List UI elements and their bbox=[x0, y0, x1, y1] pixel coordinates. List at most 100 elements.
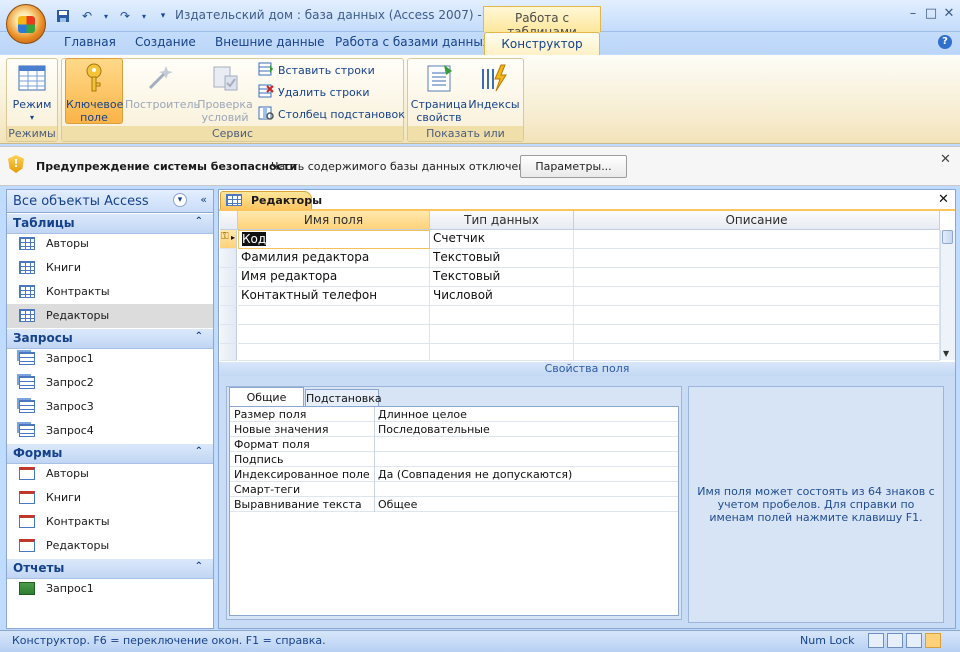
field-name-cell[interactable] bbox=[238, 306, 430, 325]
tab-create[interactable]: Создание bbox=[135, 35, 196, 53]
close-icon[interactable]: ✕ bbox=[940, 152, 951, 167]
close-icon[interactable]: ✕ bbox=[938, 192, 949, 207]
insert-rows-button[interactable]: Вставить строки bbox=[258, 62, 375, 79]
property-value[interactable]: Последовательные bbox=[374, 422, 678, 437]
nav-group-forms[interactable]: Формы ⌃ bbox=[7, 444, 213, 464]
field-name-cell[interactable] bbox=[238, 344, 430, 361]
property-value[interactable] bbox=[374, 482, 678, 497]
data-type-cell[interactable]: Счетчик bbox=[430, 230, 574, 249]
chevron-down-icon[interactable]: ▾ bbox=[173, 193, 187, 207]
test-rules-button[interactable]: Проверка условий bbox=[196, 62, 254, 124]
nav-item-report[interactable]: Запрос1 bbox=[7, 577, 213, 601]
chevron-down-icon[interactable]: ▾ bbox=[102, 7, 110, 25]
primary-key-button[interactable]: Ключевое поле bbox=[65, 58, 123, 124]
office-button[interactable] bbox=[6, 4, 46, 44]
nav-item-table[interactable]: Авторы bbox=[7, 232, 213, 256]
save-icon[interactable] bbox=[54, 7, 72, 25]
nav-item-query[interactable]: Запрос2 bbox=[7, 371, 213, 395]
property-row[interactable]: Размер поля Длинное целое bbox=[230, 407, 678, 422]
property-value[interactable] bbox=[374, 452, 678, 467]
field-name-cell[interactable]: Фамилия редактора bbox=[238, 249, 430, 268]
property-row[interactable]: Подпись bbox=[230, 452, 678, 467]
tab-home[interactable]: Главная bbox=[64, 35, 116, 53]
field-name-cell[interactable]: Код bbox=[238, 230, 430, 249]
field-name-cell[interactable] bbox=[238, 325, 430, 344]
customize-qat-icon[interactable]: ▾ bbox=[154, 7, 172, 25]
property-row[interactable]: Индексированное поле Да (Совпадения не до… bbox=[230, 467, 678, 482]
tab-design[interactable]: Конструктор bbox=[484, 32, 600, 56]
help-icon[interactable]: ? bbox=[938, 35, 952, 49]
property-row[interactable]: Новые значения Последовательные bbox=[230, 422, 678, 437]
description-cell[interactable] bbox=[574, 268, 940, 287]
property-value[interactable] bbox=[374, 437, 678, 452]
redo-icon[interactable]: ↷ bbox=[116, 7, 134, 25]
property-row[interactable]: Выравнивание текста Общее bbox=[230, 497, 678, 512]
nav-item-form[interactable]: Контракты bbox=[7, 510, 213, 534]
property-value[interactable]: Общее bbox=[374, 497, 678, 512]
data-type-cell[interactable]: Числовой bbox=[430, 287, 574, 306]
row-selector[interactable] bbox=[220, 306, 237, 325]
nav-item-table[interactable]: Книги bbox=[7, 256, 213, 280]
nav-item-query[interactable]: Запрос4 bbox=[7, 419, 213, 443]
description-cell[interactable] bbox=[574, 230, 940, 249]
delete-rows-button[interactable]: Удалить строки bbox=[258, 84, 370, 101]
select-all-corner[interactable] bbox=[220, 211, 238, 230]
row-selector[interactable]: ⚿ ▸ bbox=[220, 230, 237, 249]
pivot-chart-icon[interactable] bbox=[906, 633, 922, 648]
vertical-scrollbar[interactable] bbox=[940, 230, 955, 360]
navigation-pane-header[interactable]: Все объекты Access ▾ « bbox=[6, 189, 214, 213]
row-selector[interactable] bbox=[220, 344, 237, 361]
nav-item-table[interactable]: Контракты bbox=[7, 280, 213, 304]
description-cell[interactable] bbox=[574, 325, 940, 344]
minimize-button[interactable]: – bbox=[904, 6, 922, 22]
tab-database-tools[interactable]: Работа с базами данных bbox=[335, 35, 490, 53]
pivot-table-icon[interactable] bbox=[887, 633, 903, 648]
column-header-data-type[interactable]: Тип данных bbox=[430, 211, 574, 230]
indexes-button[interactable]: Индексы bbox=[468, 62, 520, 111]
field-name-cell[interactable]: Контактный телефон bbox=[238, 287, 430, 306]
undo-icon[interactable]: ↶ bbox=[78, 7, 96, 25]
property-sheet-button[interactable]: Страница свойств bbox=[410, 62, 468, 124]
scrollbar-thumb[interactable] bbox=[942, 230, 953, 244]
description-cell[interactable] bbox=[574, 344, 940, 361]
options-button[interactable]: Параметры... bbox=[520, 155, 627, 178]
column-header-description[interactable]: Описание bbox=[574, 211, 940, 230]
collapse-pane-icon[interactable]: « bbox=[200, 193, 207, 206]
datasheet-view-icon[interactable] bbox=[868, 633, 884, 648]
nav-item-form[interactable]: Книги bbox=[7, 486, 213, 510]
row-selector[interactable] bbox=[220, 268, 237, 287]
data-type-cell[interactable]: Текстовый bbox=[430, 249, 574, 268]
view-button[interactable]: Режим ▾ bbox=[10, 62, 54, 124]
description-cell[interactable] bbox=[574, 306, 940, 325]
description-cell[interactable] bbox=[574, 249, 940, 268]
description-cell[interactable] bbox=[574, 287, 940, 306]
nav-item-form[interactable]: Редакторы bbox=[7, 534, 213, 558]
nav-item-query[interactable]: Запрос1 bbox=[7, 347, 213, 371]
row-selector[interactable] bbox=[220, 325, 237, 344]
lookup-column-button[interactable]: Столбец подстановок bbox=[258, 106, 405, 123]
nav-group-reports[interactable]: Отчеты ⌃ bbox=[7, 559, 213, 579]
chevron-down-icon[interactable]: ▾ bbox=[140, 7, 148, 25]
data-type-cell[interactable] bbox=[430, 325, 574, 344]
design-view-icon[interactable] bbox=[925, 633, 941, 648]
property-row[interactable]: Смарт-теги bbox=[230, 482, 678, 497]
nav-group-queries[interactable]: Запросы ⌃ bbox=[7, 329, 213, 349]
property-value[interactable]: Да (Совпадения не допускаются) bbox=[374, 467, 678, 482]
nav-item-table-selected[interactable]: Редакторы bbox=[7, 304, 213, 328]
scroll-down-icon[interactable]: ▼ bbox=[943, 349, 949, 358]
nav-item-query[interactable]: Запрос3 bbox=[7, 395, 213, 419]
builder-button[interactable]: Построитель bbox=[125, 62, 200, 111]
row-selector[interactable] bbox=[220, 249, 237, 268]
tab-external-data[interactable]: Внешние данные bbox=[215, 35, 324, 53]
restore-button[interactable]: □ bbox=[922, 6, 940, 22]
data-type-cell[interactable]: Текстовый bbox=[430, 268, 574, 287]
tab-lookup[interactable]: Подстановка bbox=[305, 389, 382, 407]
column-header-field-name[interactable]: Имя поля bbox=[238, 211, 430, 230]
row-selector[interactable] bbox=[220, 287, 237, 306]
tab-general[interactable]: Общие bbox=[229, 387, 304, 407]
data-type-cell[interactable] bbox=[430, 344, 574, 361]
property-row[interactable]: Формат поля bbox=[230, 437, 678, 452]
nav-group-tables[interactable]: Таблицы ⌃ bbox=[7, 214, 213, 234]
nav-item-form[interactable]: Авторы bbox=[7, 462, 213, 486]
close-window-button[interactable]: ✕ bbox=[940, 6, 958, 22]
